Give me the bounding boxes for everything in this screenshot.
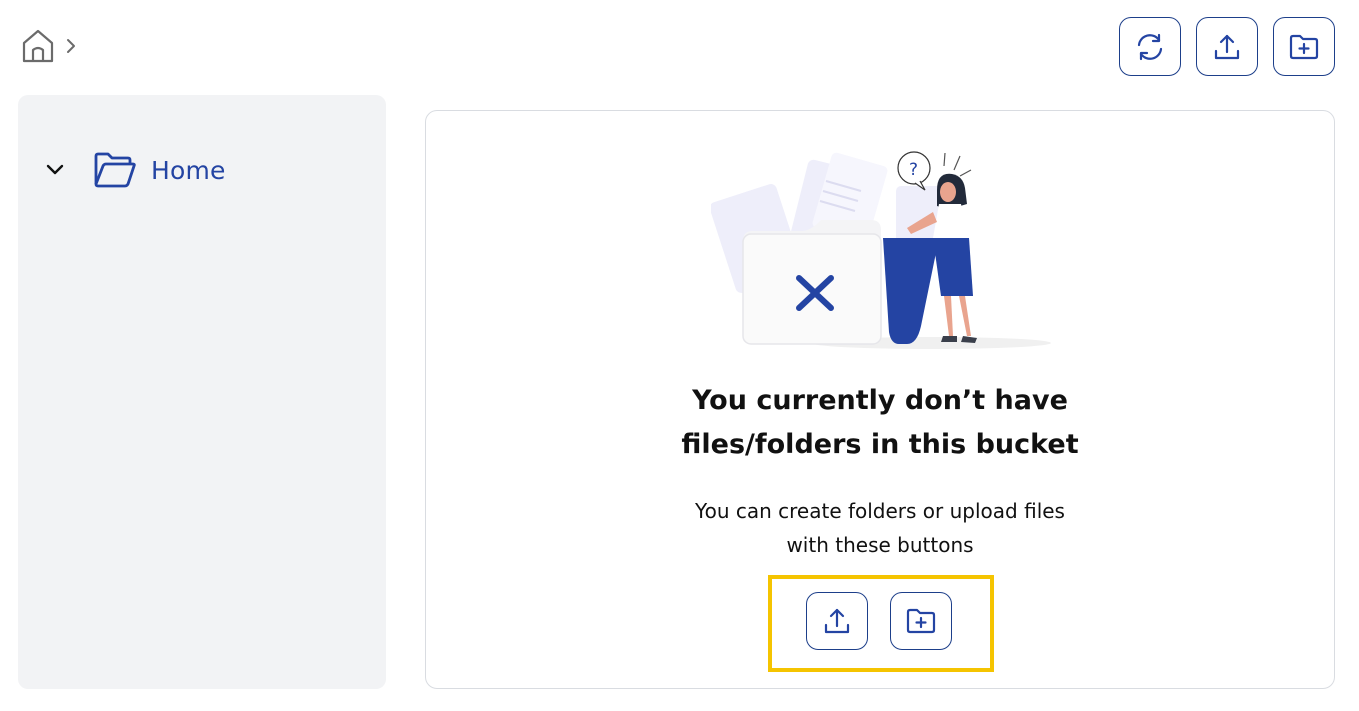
new-folder-button[interactable] [890,592,952,650]
upload-button[interactable] [1196,17,1258,76]
breadcrumb [20,27,78,65]
upload-icon [1214,34,1240,59]
refresh-button[interactable] [1119,17,1181,76]
toolbar [1119,17,1335,76]
folder-open-icon [93,150,137,190]
empty-bucket-illustration: ? [711,151,1051,349]
sidebar: Home [18,95,386,689]
chevron-right-icon [64,36,78,56]
new-folder-button[interactable] [1273,17,1335,76]
empty-state-title-line: files/folders in this bucket [681,429,1079,460]
empty-state-title: You currently don’t have files/folders i… [426,379,1334,467]
main-panel: ? You currently don’t have files/folders… [425,110,1335,689]
refresh-icon [1137,33,1163,60]
empty-state-description-line: You can create folders or upload files [695,499,1065,523]
folder-plus-icon [1289,34,1319,59]
empty-state-actions [806,592,952,650]
empty-state-title-line: You currently don’t have [692,385,1068,416]
tree-item-label: Home [151,155,226,185]
svg-text:?: ? [909,160,918,180]
home-icon[interactable] [20,27,56,65]
empty-state-description-line: with these buttons [786,533,974,557]
upload-button[interactable] [806,592,868,650]
chevron-down-icon[interactable] [44,159,66,181]
folder-plus-icon [906,608,936,634]
upload-icon [824,608,850,634]
empty-state-description: You can create folders or upload files w… [426,494,1334,562]
tree-item-home[interactable]: Home [44,150,226,190]
